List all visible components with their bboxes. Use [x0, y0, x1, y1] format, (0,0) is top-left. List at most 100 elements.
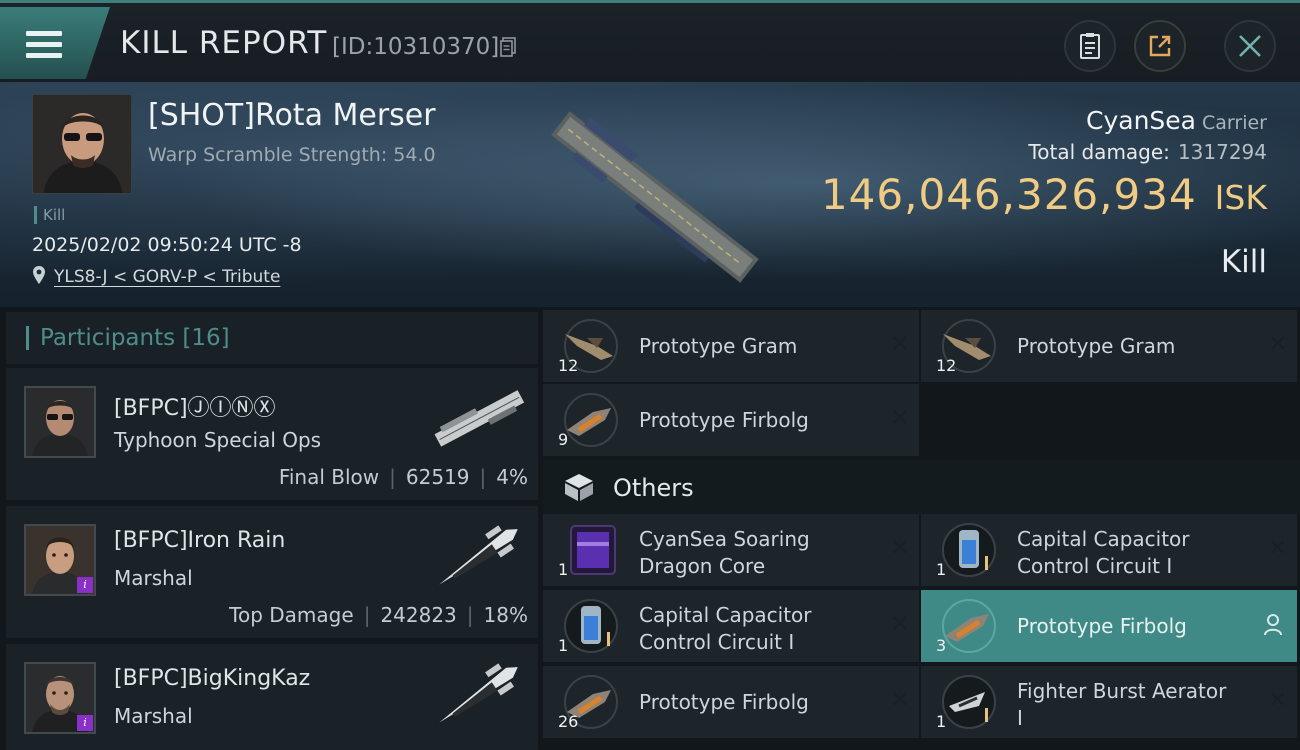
item-name: Prototype Firbolg [639, 408, 809, 432]
participants-title: Participants [16] [40, 325, 230, 351]
participant-percent: 18% [483, 603, 528, 627]
item-row[interactable]: 1 Capital Capacitor Control Circuit I ✕ [921, 514, 1297, 586]
close-button[interactable] [1224, 20, 1276, 72]
destroyed-icon: ✕ [1268, 688, 1287, 713]
share-icon [1149, 35, 1171, 57]
avatar: i [24, 662, 96, 734]
item-row-selected[interactable]: 3 Prototype Firbolg [921, 590, 1297, 662]
victim-corp-line: CyanSea Carrier [1086, 106, 1267, 135]
isk-unit: ISK [1214, 178, 1267, 217]
item-name-line2: Control Circuit I [639, 630, 795, 654]
participant-card[interactable]: i [BFPC]Iron Rain Marshal Top Damage | 242… [6, 504, 538, 638]
participant-stats: Top Damage | 242823 | 18% [229, 603, 528, 627]
item-name-line2: Control Circuit I [1017, 554, 1173, 578]
item-name-line1: Capital Capacitor [1017, 527, 1190, 551]
item-row[interactable]: 1 Capital Capacitor Control Circuit I ✕ [543, 590, 919, 662]
item-quantity: 1 [558, 560, 569, 579]
item-name-line2: I [1017, 706, 1023, 730]
item-name: Prototype Gram [1017, 334, 1176, 358]
victim-corp: CyanSea [1086, 106, 1197, 135]
total-damage-value: 1317294 [1177, 140, 1267, 164]
item-quantity: 1 [558, 636, 569, 655]
participant-ship-image [434, 390, 525, 447]
location-link[interactable]: YLS8-J < GORV-P < Tribute [54, 267, 280, 287]
participant-role: Final Blow [278, 465, 380, 489]
menu-button[interactable] [0, 7, 110, 79]
item-row[interactable]: 26 Prototype Firbolg ✕ [543, 666, 919, 738]
item-name: Prototype Firbolg [639, 690, 809, 714]
participant-name: [BFPC]ⒿⒾⓃⓍ [114, 396, 276, 421]
item-name: Capital Capacitor Control Circuit I [639, 602, 812, 656]
item-row[interactable]: 12 Prototype Gram ✕ [543, 310, 919, 382]
notes-icon [1080, 33, 1100, 59]
participants-panel: Participants [16] [BFPC]ⒿⒾⓃⓍ Typhoon Spe… [6, 312, 538, 750]
participant-card[interactable]: [BFPC]ⒿⒾⓃⓍ Typhoon Special Ops Final Blo… [6, 366, 538, 500]
menu-icon [26, 31, 62, 59]
close-icon [1239, 35, 1261, 57]
item-name: Capital Capacitor Control Circuit I [1017, 526, 1190, 580]
kill-tag: Kill [34, 206, 65, 224]
item-quantity: 9 [558, 430, 569, 449]
victim-portrait[interactable] [32, 94, 132, 194]
notes-button[interactable] [1064, 20, 1116, 72]
info-badge-icon: i [77, 577, 93, 593]
item-name: Fighter Burst Aerator I [1017, 678, 1226, 732]
item-quantity: 12 [936, 356, 957, 375]
participant-stats: Final Blow | 62519 | 4% [278, 465, 528, 489]
participant-ship: Typhoon Special Ops [114, 428, 322, 452]
others-section-header: Others [543, 460, 1300, 514]
destroyed-icon: ✕ [890, 332, 909, 357]
kill-type-label: Kill [1220, 244, 1267, 280]
participants-count: [16] [182, 325, 230, 351]
participant-ship: Marshal [114, 704, 193, 728]
item-row[interactable]: 1 CyanSea Soaring Dragon Core ✕ [543, 514, 919, 586]
participants-label: Participants [40, 325, 176, 351]
page-title: KILL REPORT [120, 25, 328, 61]
report-id: [ID:10310370] [332, 34, 500, 60]
total-damage-line: Total damage: 1317294 [1028, 140, 1267, 164]
participant-percent: 4% [496, 465, 528, 489]
participant-ship: Marshal [114, 566, 193, 590]
item-quantity: 1 [936, 712, 947, 731]
destroyed-icon: ✕ [890, 612, 909, 637]
warp-scramble-label: Warp Scramble Strength: 54.0 [148, 144, 436, 166]
item-name-line1: Capital Capacitor [639, 603, 812, 627]
item-quantity: 3 [936, 636, 947, 655]
info-badge-icon: i [77, 715, 93, 731]
participant-card[interactable]: i [BFPC]BigKingKaz Marshal [6, 642, 538, 750]
destroyed-icon: ✕ [890, 406, 909, 431]
location-pin-icon [33, 266, 45, 284]
participant-damage: 62519 [405, 465, 470, 489]
victim-summary: [SHOT]Rota Merser Warp Scramble Strength… [0, 82, 1300, 307]
victim-ship-class: Carrier [1202, 112, 1267, 134]
destroyed-icon: ✕ [890, 536, 909, 561]
participant-damage: 242823 [380, 603, 457, 627]
user-icon [1264, 614, 1282, 636]
participant-name: [BFPC]Iron Rain [114, 528, 286, 553]
avatar: i [24, 524, 96, 596]
item-name-line2: Dragon Core [639, 554, 766, 578]
item-row[interactable]: 1 Fighter Burst Aerator I ✕ [921, 666, 1297, 738]
participant-ship-image [439, 525, 518, 585]
total-damage-label: Total damage: [1028, 140, 1170, 164]
item-quantity: 26 [558, 712, 579, 731]
item-name: Prototype Firbolg [1017, 614, 1187, 638]
participant-ship-image [439, 663, 518, 723]
item-row[interactable]: 12 Prototype Gram ✕ [921, 310, 1297, 382]
item-row[interactable]: 9 Prototype Firbolg ✕ [543, 384, 919, 456]
isk-value-line: 146,046,326,934 ISK [821, 170, 1267, 219]
kill-timestamp: 2025/02/02 09:50:24 UTC -8 [32, 234, 302, 256]
item-quantity: 1 [936, 560, 947, 579]
participants-header: Participants [16] [6, 312, 538, 364]
item-name: Prototype Gram [639, 334, 798, 358]
isk-value: 146,046,326,934 [820, 170, 1197, 219]
destroyed-icon: ✕ [890, 688, 909, 713]
item-quantity: 12 [558, 356, 579, 375]
share-button[interactable] [1134, 20, 1186, 72]
others-title: Others [613, 474, 694, 502]
copy-icon[interactable] [500, 37, 516, 57]
item-name-line1: Fighter Burst Aerator [1017, 679, 1227, 703]
cube-icon [565, 474, 593, 501]
victim-name: [SHOT]Rota Merser [148, 98, 436, 133]
avatar [33, 95, 131, 193]
